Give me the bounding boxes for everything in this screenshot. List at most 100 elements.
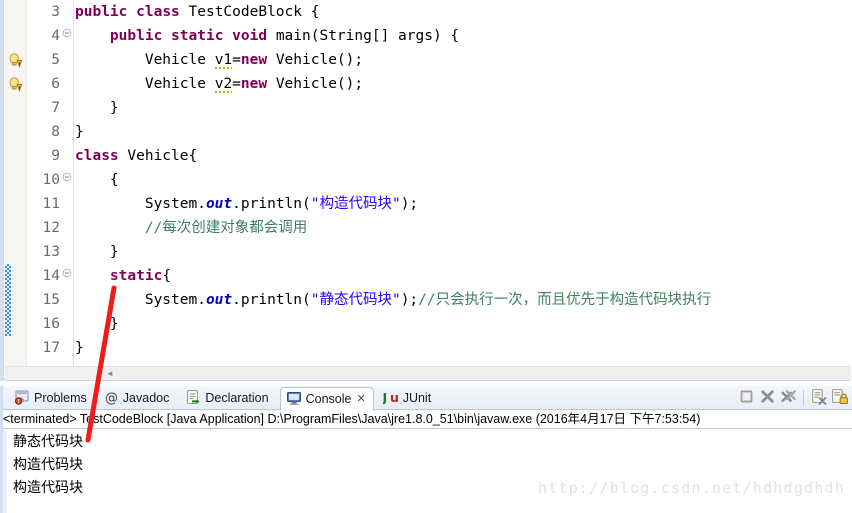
line-number: 14	[42, 268, 60, 284]
code-line[interactable]: //每次创建对象都会调用	[75, 216, 852, 240]
code-token: .println(	[232, 196, 311, 212]
tab-close-icon[interactable]: ✕	[356, 388, 365, 410]
tab-javadoc[interactable]: @ Javadoc	[98, 387, 177, 410]
remove-launch-icon[interactable]	[759, 388, 778, 407]
scroll-lock-icon[interactable]	[831, 388, 850, 407]
code-token: v2	[214, 76, 233, 93]
code-token: =	[232, 76, 241, 92]
line-number: 17	[42, 340, 60, 356]
code-token: {	[162, 268, 172, 284]
fold-collapse-icon[interactable]	[61, 168, 73, 192]
warning-marker-icon[interactable]	[8, 52, 24, 69]
code-token: void	[232, 28, 268, 44]
console-launch-label: <terminated> TestCodeBlock [Java Applica…	[3, 410, 852, 429]
tab-declaration[interactable]: Declaration	[180, 387, 275, 410]
console-output-line: 构造代码块	[13, 457, 83, 473]
scroll-left-arrow-icon[interactable]: ◄	[103, 367, 117, 380]
code-token: }	[75, 316, 119, 332]
code-line[interactable]: public static void main(String[] args) {	[75, 24, 852, 48]
tab-label: Declaration	[205, 391, 269, 405]
code-token: static	[171, 28, 224, 44]
code-token: "构造代码块"	[310, 196, 401, 212]
code-line[interactable]: System.out.println("静态代码块");//只会执行一次，而且优…	[75, 288, 852, 312]
warning-marker-icon[interactable]	[8, 76, 24, 93]
code-token: {	[75, 172, 119, 188]
clear-console-icon[interactable]	[810, 388, 829, 407]
line-number: 5	[51, 52, 60, 68]
code-line[interactable]: }	[75, 96, 852, 120]
code-line[interactable]: Vehicle v1=new Vehicle();	[75, 48, 852, 72]
tab-problems[interactable]: Problems	[9, 387, 94, 410]
blog-watermark: http://blog.csdn.net/hdhdgdhdh	[538, 479, 845, 497]
code-line[interactable]: {	[75, 168, 852, 192]
view-toolbar	[736, 388, 850, 409]
line-number: 16	[42, 316, 60, 332]
terminate-icon[interactable]	[738, 388, 757, 407]
code-line[interactable]: Vehicle v2=new Vehicle();	[75, 72, 852, 96]
line-number: 8	[51, 124, 60, 140]
folding-gutter[interactable]	[60, 0, 74, 366]
code-token: out	[205, 292, 233, 308]
tab-label: Console	[305, 392, 352, 406]
code-token: =	[232, 52, 241, 68]
console-icon	[286, 390, 302, 406]
code-line[interactable]: }	[75, 120, 852, 144]
tab-junit[interactable]: Ju JUnit	[378, 387, 438, 410]
code-token: Vehicle	[75, 52, 215, 68]
code-token: Vehicle{	[118, 148, 198, 164]
code-line[interactable]: public class TestCodeBlock {	[75, 0, 852, 24]
fold-collapse-icon[interactable]	[61, 264, 73, 288]
line-number: 9	[51, 148, 60, 164]
code-token: public	[75, 4, 128, 20]
line-number-gutter: 3 4 5 6 7 8 9 10 11 12 13 14 15 16 17	[27, 0, 60, 366]
code-token: );	[400, 292, 419, 308]
quick-diff-changebar	[5, 264, 11, 288]
code-line[interactable]: }	[75, 312, 852, 336]
code-token: }	[75, 100, 119, 116]
line-number: 15	[42, 292, 60, 308]
code-line[interactable]: static{	[75, 264, 852, 288]
console-output-left-rail	[3, 430, 7, 513]
code-token: TestCodeBlock {	[179, 4, 320, 20]
code-token: new	[240, 76, 268, 92]
line-number: 6	[51, 76, 60, 92]
tab-label: Javadoc	[122, 391, 170, 405]
code-viewport[interactable]: 3 4 5 6 7 8 9 10 11 12 13 14 15 16 17 public class Tes…	[5, 0, 852, 366]
code-token: class	[136, 4, 180, 20]
tab-label: Problems	[34, 391, 87, 405]
fold-collapse-icon[interactable]	[61, 24, 73, 48]
marker-gutter[interactable]	[5, 0, 27, 366]
console-output-area[interactable]: 静态代码块 构造代码块 构造代码块	[3, 430, 852, 513]
tab-console[interactable]: Console ✕	[279, 387, 374, 411]
line-number: 13	[42, 244, 60, 260]
code-line[interactable]: System.out.println("构造代码块");	[75, 192, 852, 216]
svg-text:J: J	[383, 390, 387, 405]
line-number: 7	[51, 100, 60, 116]
scrollbar-track[interactable]	[117, 368, 850, 379]
line-number: 4	[51, 28, 60, 44]
code-token: }	[75, 340, 84, 356]
console-output-line: 静态代码块	[13, 434, 83, 450]
code-line[interactable]: }	[75, 336, 852, 360]
tab-label: JUnit	[402, 391, 432, 405]
code-text[interactable]: public class TestCodeBlock { public stat…	[75, 0, 852, 366]
code-token: Vehicle();	[267, 76, 364, 92]
svg-text:@: @	[105, 391, 118, 405]
line-number: 10	[42, 172, 60, 188]
editor-horizontal-scrollbar[interactable]: ◄	[5, 366, 851, 380]
code-token: System.	[75, 196, 206, 212]
code-line[interactable]: class Vehicle{	[75, 144, 852, 168]
code-line[interactable]: }	[75, 240, 852, 264]
java-editor-panel: 3 4 5 6 7 8 9 10 11 12 13 14 15 16 17 public class Tes…	[0, 0, 852, 384]
svg-text:u: u	[390, 390, 399, 405]
line-number: 12	[42, 220, 60, 236]
line-number: 11	[42, 196, 60, 212]
console-output-line: 构造代码块	[13, 480, 83, 496]
quick-diff-changebar	[5, 312, 11, 336]
code-token: Vehicle();	[267, 52, 364, 68]
remove-all-launches-icon[interactable]	[780, 388, 799, 407]
